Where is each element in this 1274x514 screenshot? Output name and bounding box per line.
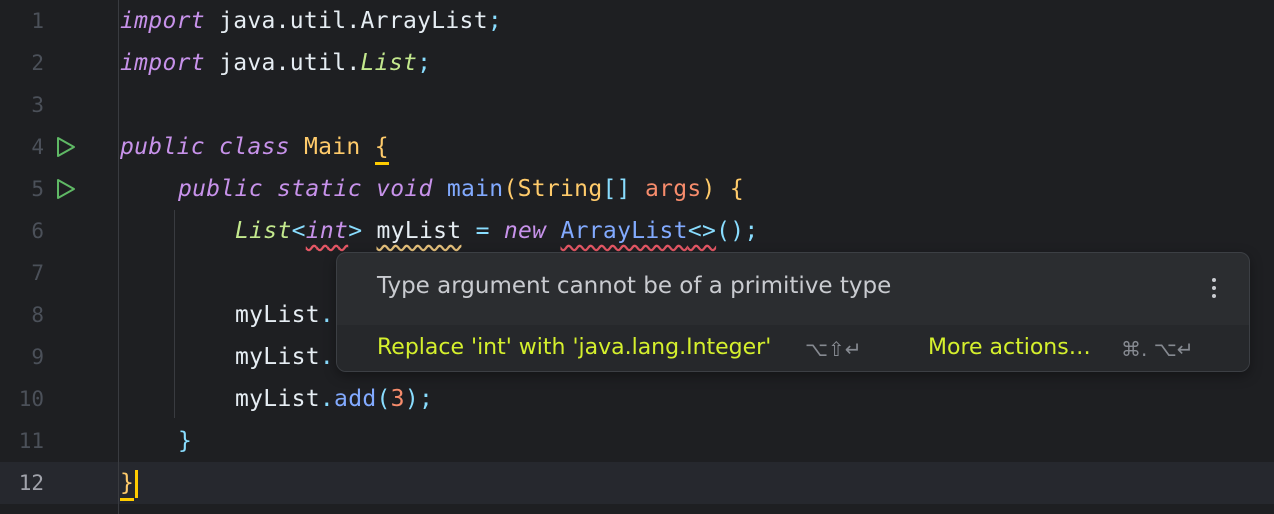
code-editor[interactable]: 1 2 3 4 5 6 7 8 9 10 11 12 import java.u… [0, 0, 1274, 514]
punctuation: ( [376, 386, 391, 412]
line-number: 5 [31, 177, 44, 201]
line-number: 4 [31, 135, 44, 159]
quick-fix-bar: Replace 'int' with 'java.lang.Integer' ⌥… [337, 325, 1249, 371]
replace-int-quick-fix[interactable]: Replace 'int' with 'java.lang.Integer' [377, 335, 771, 360]
punctuation: < [291, 218, 306, 244]
operator: = [475, 218, 490, 244]
keyword: static [277, 176, 362, 202]
error-primitive-type[interactable]: int [306, 218, 348, 244]
run-triangle-icon[interactable] [53, 135, 77, 159]
matched-brace: { [374, 132, 389, 165]
keyword: public [120, 134, 205, 160]
line-number: 2 [31, 51, 44, 75]
code-line[interactable]: myList. [235, 294, 334, 336]
type-name: List [235, 218, 292, 244]
punctuation: . [319, 386, 335, 412]
line-number: 11 [18, 429, 44, 453]
text-caret [135, 469, 139, 498]
code-line[interactable]: public class Main { [120, 126, 389, 168]
more-actions-link[interactable]: More actions… [928, 335, 1091, 360]
brace: { [729, 176, 744, 202]
brace: } [178, 428, 193, 454]
line-number: 8 [31, 303, 44, 327]
parameter: args [644, 176, 702, 202]
punctuation: ; [417, 50, 432, 76]
import-path: java.util. [219, 50, 361, 76]
method-name: main [446, 176, 504, 202]
line-number: 12 [18, 471, 44, 495]
variable-name[interactable]: myList [377, 218, 462, 244]
variable-name: myList [235, 302, 320, 328]
kebab-menu-icon[interactable] [1209, 275, 1219, 305]
class-name[interactable]: ArrayList [560, 218, 687, 244]
indent-guide [174, 210, 175, 418]
keyword: import [120, 8, 205, 34]
line-number: 7 [31, 261, 44, 285]
punctuation: . [319, 344, 335, 370]
punctuation: > [348, 218, 363, 244]
keyword: public [178, 176, 263, 202]
type-name: String [517, 176, 603, 202]
variable-name: myList [235, 344, 320, 370]
quick-fix-shortcut: ⌥⇧↵ [805, 337, 862, 361]
line-number: 3 [31, 93, 44, 117]
variable-name: myList [235, 386, 320, 412]
punctuation: ( [503, 176, 518, 202]
code-line[interactable]: myList.add(3); [235, 378, 433, 420]
import-path: java.util.ArrayList [219, 8, 488, 34]
code-line[interactable]: } [178, 420, 192, 462]
line-number: 10 [18, 387, 44, 411]
error-tooltip-popup[interactable]: Type argument cannot be of a primitive t… [336, 252, 1250, 372]
code-line[interactable]: } [120, 462, 139, 504]
current-line-highlight [0, 462, 1274, 504]
keyword: import [120, 50, 205, 76]
punctuation: [] [602, 176, 631, 202]
punctuation: . [319, 302, 335, 328]
code-line[interactable]: List<int> myList = new ArrayList<>(); [235, 210, 759, 252]
number-literal: 3 [390, 386, 405, 412]
matched-brace: } [120, 468, 135, 501]
keyword: void [376, 176, 433, 202]
method-name: add [334, 386, 377, 412]
run-triangle-icon[interactable] [53, 177, 77, 201]
error-message: Type argument cannot be of a primitive t… [377, 273, 892, 299]
punctuation: ) [701, 176, 716, 202]
keyword: class [219, 134, 290, 160]
code-line[interactable]: public static void main(String[] args) { [178, 168, 744, 210]
punctuation: <> [687, 218, 717, 244]
keyword: new [503, 218, 547, 244]
line-number: 6 [31, 219, 44, 243]
line-number: 9 [31, 345, 44, 369]
more-actions-shortcut: ⌘. ⌥↵ [1121, 337, 1194, 361]
code-line[interactable]: import java.util.List; [120, 42, 431, 84]
type-name: List [360, 50, 418, 76]
code-line[interactable]: import java.util.ArrayList; [120, 0, 502, 42]
indent-guide [118, 0, 119, 514]
line-number: 1 [31, 9, 44, 33]
class-name: Main [303, 134, 361, 160]
code-line[interactable]: myList. [235, 336, 334, 378]
punctuation: ; [487, 8, 502, 34]
punctuation: ); [404, 386, 434, 412]
punctuation: (); [716, 218, 759, 244]
